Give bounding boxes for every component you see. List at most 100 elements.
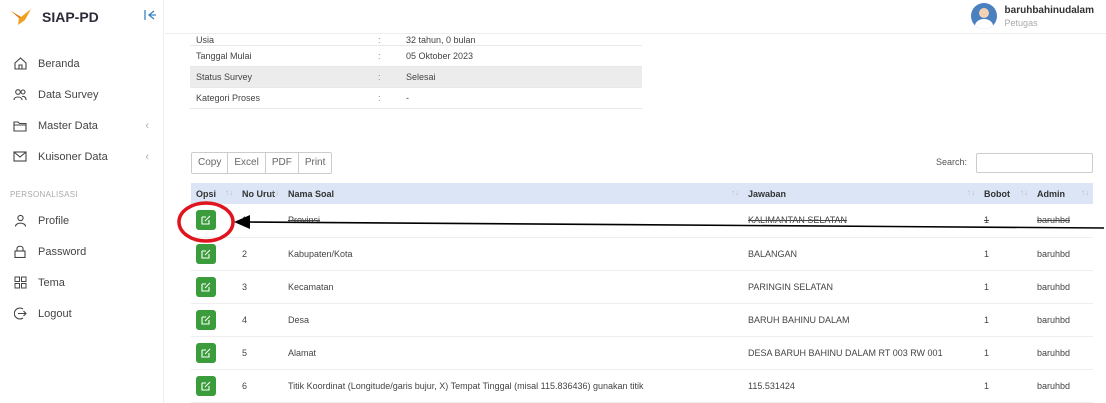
jawaban-cell: PARINGIN SELATAN: [743, 270, 979, 304]
user-menu[interactable]: baruhbahinudalam Petugas: [970, 3, 1094, 29]
edit-icon: [201, 381, 211, 391]
table-header-row: Opsi ↑↓ No Urut ↑↓ Nama Soal ↑↓ Jawaban ↑↓ B…: [191, 183, 1093, 204]
soal-cell: Provinsi: [283, 204, 743, 238]
user-role: Petugas: [1004, 17, 1038, 28]
col-admin[interactable]: Admin ↑↓: [1032, 183, 1093, 204]
copy-button[interactable]: Copy: [192, 153, 229, 173]
no-cell: 2: [237, 237, 283, 271]
table-row: 4 Desa BARUH BAHINU DALAM 1 baruhbd: [191, 303, 1093, 337]
sidebar-item-label: Master Data: [38, 119, 98, 132]
info-key: Kategori Proses: [196, 93, 261, 103]
soal-cell: Kabupaten/Kota: [283, 237, 743, 271]
search-label: Search:: [936, 157, 968, 167]
edit-icon: [201, 348, 211, 358]
sort-icon: ↑↓: [967, 188, 975, 197]
opsi-cell: [191, 270, 237, 304]
info-colon: :: [378, 51, 381, 61]
no-cell: 4: [237, 303, 283, 337]
bobot-cell: 1: [979, 237, 1032, 271]
folder-icon: [13, 119, 27, 133]
col-opsi[interactable]: Opsi ↑↓: [191, 183, 237, 204]
jawaban-cell: DESA BARUH BAHINU DALAM RT 003 RW 001: [743, 336, 979, 370]
sidebar: SIAP-PD Beranda Data Survey Master Data …: [0, 0, 164, 403]
opsi-cell: [191, 303, 237, 337]
sort-icon: ↑↓: [1020, 188, 1028, 197]
soal-cell: Alamat: [283, 336, 743, 370]
table-row: 2 Kabupaten/Kota BALANGAN 1 baruhbd: [191, 237, 1093, 271]
soal-cell: Titik Koordinat (Longitude/garis bujur, …: [283, 369, 743, 403]
bobot-cell: 1: [979, 270, 1032, 304]
info-value: -: [406, 93, 409, 103]
no-cell: 6: [237, 369, 283, 403]
info-row-status-survey: Status Survey : Selesai: [190, 67, 642, 88]
sidebar-item-logout[interactable]: Logout: [0, 298, 163, 329]
info-row-usia: Usia : 32 tahun, 0 bulan: [190, 34, 642, 46]
sidebar-item-label: Tema: [38, 276, 65, 289]
soal-cell: Desa: [283, 303, 743, 337]
col-nama-soal[interactable]: Nama Soal ↑↓: [283, 183, 743, 204]
edit-button[interactable]: [196, 210, 216, 231]
edit-button[interactable]: [196, 309, 216, 330]
brand[interactable]: SIAP-PD: [0, 0, 163, 34]
edit-button[interactable]: [196, 276, 216, 297]
info-colon: :: [378, 72, 381, 82]
table-row: 6 Titik Koordinat (Longitude/garis bujur…: [191, 369, 1093, 403]
sidebar-item-label: Profile: [38, 214, 70, 227]
admin-cell: baruhbd: [1032, 336, 1093, 370]
info-value: 32 tahun, 0 bulan: [406, 35, 476, 45]
sort-icon: ↑↓: [271, 188, 279, 197]
opsi-cell: [191, 237, 237, 271]
sidebar-item-data-survey[interactable]: Data Survey: [0, 79, 163, 110]
edit-icon: [201, 315, 211, 325]
sidebar-item-beranda[interactable]: Beranda: [0, 48, 163, 79]
topbar: baruhbahinudalam Petugas: [165, 0, 1106, 34]
jawaban-cell: KALIMANTAN SELATAN: [743, 204, 979, 238]
sidebar-item-label: Logout: [38, 307, 72, 320]
sidebar-item-label: Password: [38, 245, 87, 258]
sidebar-item-profile[interactable]: Profile: [0, 205, 163, 236]
info-key: Usia: [196, 35, 215, 45]
sidebar-item-master-data[interactable]: Master Data ‹: [0, 110, 163, 141]
sidebar-item-kuisoner-data[interactable]: Kuisoner Data ‹: [0, 141, 163, 172]
edit-button[interactable]: [196, 342, 216, 363]
collapse-left-icon[interactable]: [144, 10, 156, 23]
info-key: Tanggal Mulai: [196, 51, 252, 61]
table-row: 5 Alamat DESA BARUH BAHINU DALAM RT 003 …: [191, 336, 1093, 370]
section-label: PERSONALISASI: [10, 190, 78, 199]
users-icon: [13, 88, 27, 102]
col-bobot[interactable]: Bobot ↑↓: [979, 183, 1032, 204]
jawaban-cell: BALANGAN: [743, 237, 979, 271]
soal-cell: Kecamatan: [283, 270, 743, 304]
brand-name: SIAP-PD: [42, 9, 99, 25]
col-jawaban[interactable]: Jawaban ↑↓: [743, 183, 979, 204]
admin-cell: baruhbd: [1032, 369, 1093, 403]
info-colon: :: [378, 93, 381, 103]
logout-icon: [13, 307, 27, 321]
sidebar-item-password[interactable]: Password: [0, 236, 163, 267]
survey-info: Usia : 32 tahun, 0 bulan Tanggal Mulai :…: [190, 34, 642, 109]
search-input[interactable]: [976, 153, 1093, 173]
no-cell: 1: [237, 204, 283, 238]
sort-icon: ↑↓: [225, 188, 233, 197]
excel-button[interactable]: Excel: [228, 153, 266, 173]
table-row: 1 Provinsi KALIMANTAN SELATAN 1 baruhbd: [191, 204, 1093, 238]
table-row: 3 Kecamatan PARINGIN SELATAN 1 baruhbd: [191, 270, 1093, 304]
col-no-urut[interactable]: No Urut ↑↓: [237, 183, 283, 204]
avatar: [970, 3, 997, 29]
edit-button[interactable]: [196, 375, 216, 396]
edit-icon: [201, 215, 211, 225]
admin-cell: baruhbd: [1032, 204, 1093, 238]
sidebar-item-tema[interactable]: Tema: [0, 267, 163, 298]
export-buttons: Copy Excel PDF Print: [191, 152, 333, 174]
pdf-button[interactable]: PDF: [266, 153, 299, 173]
personal-nav: Profile Password Tema Logout: [0, 205, 163, 329]
logo-icon: [11, 9, 31, 25]
opsi-cell: [191, 369, 237, 403]
mail-icon: [13, 150, 27, 164]
home-icon: [13, 57, 27, 71]
sort-icon: ↑↓: [731, 188, 739, 197]
admin-cell: baruhbd: [1032, 303, 1093, 337]
info-row-kategori-proses: Kategori Proses : -: [190, 88, 642, 109]
edit-button[interactable]: [196, 243, 216, 264]
print-button[interactable]: Print: [299, 153, 332, 173]
